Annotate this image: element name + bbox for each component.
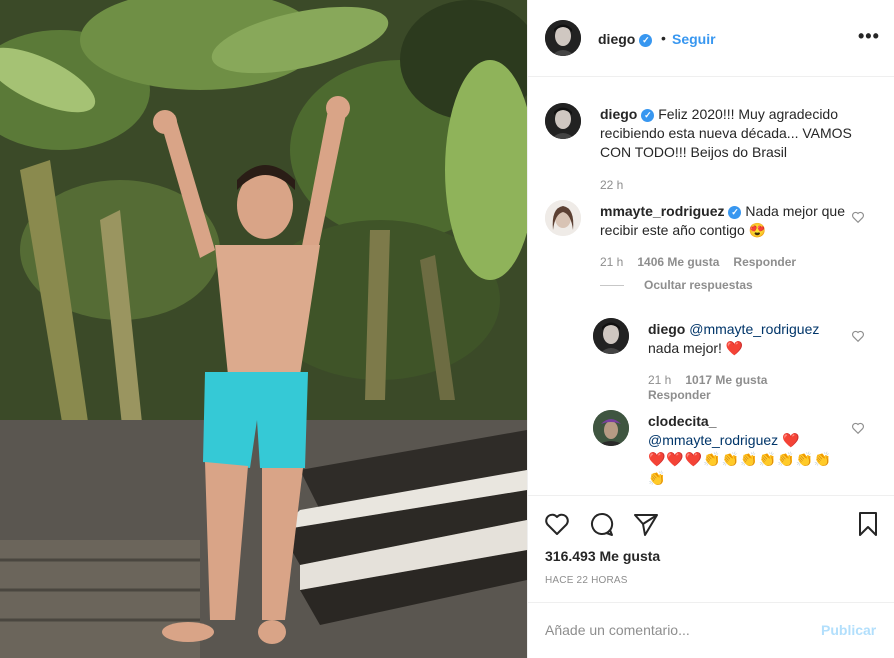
reply-2-username[interactable]: clodecita_	[648, 413, 716, 429]
reply-1-mention[interactable]: @mmayte_rodriguez	[689, 321, 819, 337]
verified-badge-icon: ✓	[728, 206, 742, 219]
reply-avatar[interactable]	[593, 318, 629, 354]
comment-1-meta: 21 h 1406 Me gusta Responder	[600, 255, 796, 269]
post-side-panel: diego ✓ • Seguir ••• diego ✓ Feliz 2020!!!…	[527, 0, 894, 658]
post-photo[interactable]	[0, 0, 527, 658]
more-options-icon[interactable]: •••	[858, 26, 880, 47]
paper-plane-icon[interactable]	[632, 510, 660, 538]
avatar-portrait-icon	[593, 410, 629, 446]
header-separator: •	[661, 30, 666, 46]
reply-2-avatar[interactable]	[593, 410, 629, 446]
comments-list[interactable]: diego ✓ Feliz 2020!!! Muy agradecido reci…	[528, 78, 894, 494]
post-photo-illustration	[0, 0, 527, 658]
commenter-avatar[interactable]	[545, 200, 581, 236]
reply-2-mention[interactable]: @mmayte_rodriguez	[648, 432, 778, 448]
post-actions: 316.493 Me gusta HACE 22 HORAS	[528, 495, 894, 603]
reply-1-username[interactable]: diego	[648, 321, 685, 337]
comment-input[interactable]	[545, 620, 805, 640]
comment-1-reply-button[interactable]: Responder	[733, 255, 796, 269]
post-timestamp: HACE 22 HORAS	[545, 575, 628, 586]
caption-avatar[interactable]	[545, 103, 581, 139]
reply-2-emojis: ❤️❤️❤️👏👏👏👏👏👏👏👏	[648, 451, 833, 486]
avatar-portrait-icon	[545, 20, 581, 56]
author-username-text[interactable]: diego	[598, 31, 635, 47]
likes-count[interactable]: 316.493 Me gusta	[545, 548, 660, 564]
replies-divider-line	[600, 285, 624, 286]
reply-1-meta: 21 h 1017 Me gusta Responder	[648, 373, 838, 403]
publish-button[interactable]: Publicar	[821, 622, 876, 638]
author-username[interactable]: diego ✓	[598, 31, 653, 47]
reply-2-like-heart-icon[interactable]	[851, 421, 865, 435]
comment-1-username[interactable]: mmayte_rodriguez	[600, 203, 724, 219]
reply-1-time: 21 h	[648, 373, 672, 387]
post-header: diego ✓ • Seguir •••	[528, 0, 894, 77]
avatar-portrait-icon	[545, 103, 581, 139]
avatar-portrait-icon	[545, 200, 581, 236]
caption-text: Feliz 2020!!! Muy agradecido recibiendo …	[600, 106, 852, 160]
reply-2-text-block: clodecita_ @mmayte_rodriguez ❤️ ❤️❤️❤️👏👏…	[648, 412, 848, 488]
comment-1-likes[interactable]: 1406 Me gusta	[637, 255, 719, 269]
caption-text-block: diego ✓ Feliz 2020!!! Muy agradecido reci…	[600, 105, 880, 162]
caption-username[interactable]: diego	[600, 106, 637, 122]
comment-1-text-block: mmayte_rodriguez ✓ Nada mejor que recibir…	[600, 202, 855, 240]
reply-1-like-heart-icon[interactable]	[851, 329, 865, 343]
reply-1-reply-button[interactable]: Responder	[648, 388, 711, 402]
avatar-portrait-icon	[593, 318, 629, 354]
reply-1-likes[interactable]: 1017 Me gusta	[685, 373, 767, 387]
verified-badge-icon: ✓	[639, 34, 653, 47]
caption-time: 22 h	[600, 178, 624, 192]
hide-replies-button[interactable]: Ocultar respuestas	[644, 278, 753, 292]
comment-bubble-icon[interactable]	[588, 510, 616, 538]
reply-1-text-block: diego @mmayte_rodriguez nada mejor! ❤️	[648, 320, 848, 358]
verified-badge-icon: ✓	[641, 109, 655, 122]
reply-1-text: nada mejor! ❤️	[648, 340, 744, 356]
comment-1-time: 21 h	[600, 255, 624, 269]
comment-1-like-heart-icon[interactable]	[851, 210, 865, 224]
reply-2-text: ❤️	[782, 432, 800, 448]
add-comment-bar: Publicar	[528, 602, 894, 658]
author-avatar[interactable]	[545, 20, 581, 56]
heart-icon[interactable]	[543, 510, 571, 538]
bookmark-icon[interactable]	[854, 510, 882, 538]
follow-button[interactable]: Seguir	[672, 31, 716, 47]
